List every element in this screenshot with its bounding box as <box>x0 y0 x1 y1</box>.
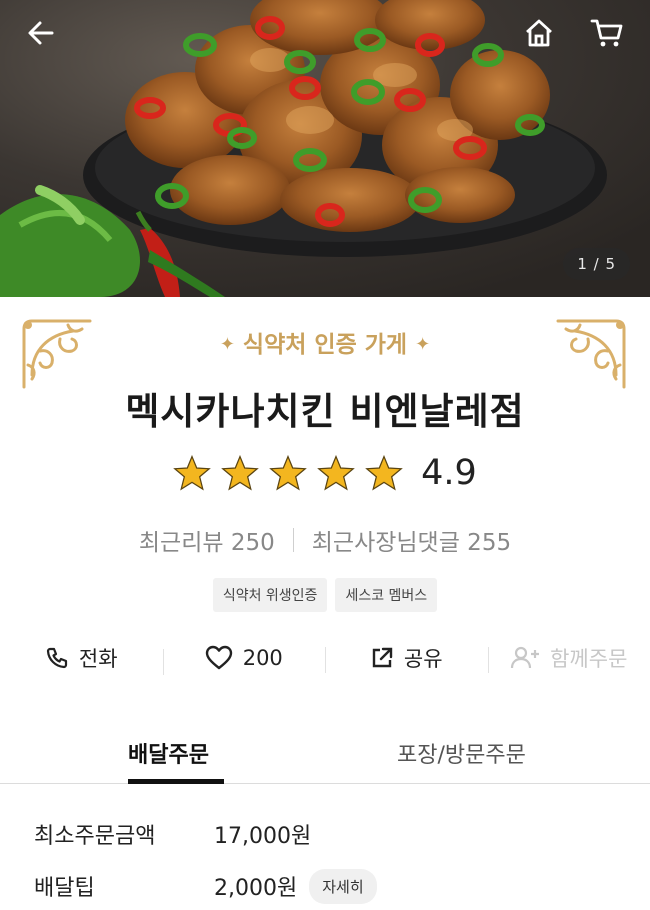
cart-icon <box>590 19 623 47</box>
star-icon <box>221 455 259 491</box>
add-person-icon <box>511 646 540 669</box>
call-label: 전화 <box>78 647 118 671</box>
min-order-value: 17,000원 <box>214 824 312 849</box>
hygiene-badge: 식약처 위생인증 <box>212 578 328 612</box>
action-bar: 전화 200 공유 함께주문 <box>0 635 650 681</box>
star-rating <box>173 455 403 491</box>
star-icon <box>365 455 403 491</box>
back-button[interactable] <box>18 10 64 56</box>
recent-reviews-link[interactable]: 최근리뷰 250 <box>139 523 275 557</box>
share-button[interactable]: 공유 <box>325 643 488 673</box>
group-order-label: 함께주문 <box>550 647 628 671</box>
phone-icon <box>46 647 68 669</box>
share-icon <box>372 647 393 668</box>
order-type-tabs: 배달주문 포장/방문주문 <box>0 722 650 784</box>
delivery-tip-row: 배달팁 2,000원 자세히 <box>34 860 377 910</box>
delivery-tip-label: 배달팁 <box>34 876 95 901</box>
order-info: 최소주문금액 17,000원 배달팁 2,000원 자세히 <box>34 808 377 910</box>
store-photo-carousel[interactable]: 1 / 5 <box>0 0 650 297</box>
tab-pickup[interactable]: 포장/방문주문 <box>325 722 650 783</box>
rating: 4.9 <box>0 453 650 493</box>
cart-button[interactable] <box>584 10 630 56</box>
review-summary: 최근리뷰 250 최근사장님댓글 255 <box>0 523 650 557</box>
sparkle-icon: ✦ <box>415 334 431 355</box>
star-icon <box>317 455 355 491</box>
star-icon <box>173 455 211 491</box>
sparkle-icon: ✦ <box>219 334 235 355</box>
image-counter: 1 / 5 <box>563 248 630 280</box>
home-icon <box>526 19 552 47</box>
owner-comments-link[interactable]: 최근사장님댓글 255 <box>312 523 511 557</box>
certification-text: 식약처 인증 가게 <box>242 332 408 358</box>
min-order-label: 최소주문금액 <box>34 824 156 849</box>
certification-label: ✦ 식약처 인증 가게 ✦ <box>0 325 650 359</box>
call-button[interactable]: 전화 <box>0 643 163 673</box>
back-arrow-icon <box>28 21 54 45</box>
rating-score: 4.9 <box>421 453 477 493</box>
like-count: 200 <box>242 646 283 670</box>
tab-delivery[interactable]: 배달주문 <box>0 722 325 784</box>
share-label: 공유 <box>403 647 443 671</box>
badge-list: 식약처 위생인증 세스코 멤버스 <box>0 578 650 612</box>
min-order-row: 최소주문금액 17,000원 <box>34 808 377 860</box>
delivery-tip-value: 2,000원 <box>214 876 298 901</box>
group-order-button[interactable]: 함께주문 <box>487 643 650 673</box>
delivery-tip-detail-button[interactable]: 자세히 <box>309 868 377 904</box>
cesco-badge: 세스코 멤버스 <box>335 578 438 612</box>
like-button[interactable]: 200 <box>162 645 326 675</box>
star-icon <box>269 455 307 491</box>
divider <box>292 528 294 552</box>
heart-icon <box>205 645 232 670</box>
home-button[interactable] <box>516 10 562 56</box>
store-name: 멕시카나치킨 비엔날레점 <box>125 390 525 433</box>
